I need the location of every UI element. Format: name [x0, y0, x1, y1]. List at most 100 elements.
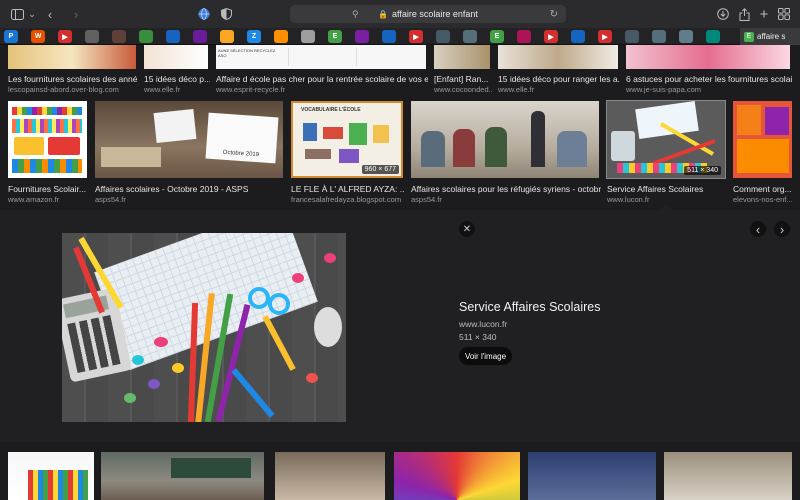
result-caption[interactable]: Service Affaires Scolaires — [607, 184, 727, 194]
tab-favicon[interactable] — [463, 30, 477, 43]
tab-favicon[interactable] — [382, 30, 396, 43]
result-source: asps54.fr — [411, 195, 442, 204]
result-caption[interactable]: LE FLE À L' ALFRED AYZA: ... — [291, 184, 405, 194]
tab-favicon: E — [744, 31, 754, 42]
result-thumbnail[interactable]: 511 × 340 — [606, 100, 726, 179]
result-thumbnail[interactable] — [101, 452, 264, 500]
tab-favicon[interactable] — [274, 30, 288, 43]
tab-favicon[interactable]: ▶ — [598, 30, 612, 43]
tab-favicon[interactable] — [112, 30, 126, 43]
result-thumbnail[interactable] — [8, 101, 87, 178]
result-thumbnail[interactable]: VOCABULAIRE L'ÉCOLE 960 × 677 — [291, 101, 403, 178]
tab-favicon[interactable] — [436, 30, 450, 43]
result-caption[interactable]: Comment org... — [733, 184, 795, 194]
result-thumbnail[interactable] — [411, 101, 599, 178]
result-thumbnail[interactable] — [144, 45, 208, 69]
result-source: asps54.fr — [95, 195, 126, 204]
sidebar-toggle-icon[interactable] — [10, 5, 24, 23]
result-caption[interactable]: [Enfant] Ran... — [434, 74, 492, 84]
result-thumbnail[interactable] — [664, 452, 792, 500]
tab-favicon[interactable]: ▶ — [58, 30, 72, 43]
detail-dimensions: 511 × 340 — [459, 332, 497, 342]
tab-favicon[interactable] — [679, 30, 693, 43]
privacy-shield-icon[interactable] — [219, 5, 233, 23]
result-source: www.lucon.fr — [607, 195, 650, 204]
result-source: www.amazon.fr — [8, 195, 60, 204]
tab-favicon[interactable]: E — [490, 30, 504, 43]
sheet-label: AUNE SÉLECTION RECYCLEZ ASO — [218, 48, 276, 58]
result-source: lescopainsd-abord.over-blog.com — [8, 85, 119, 94]
lock-icon: 🔒 — [378, 9, 389, 19]
address-text: affaire scolaire enfant — [392, 9, 478, 19]
detail-title[interactable]: Service Affaires Scolaires — [459, 300, 601, 314]
tab-favicon[interactable]: ▶ — [409, 30, 423, 43]
tab-favicon[interactable] — [301, 30, 315, 43]
result-thumbnail[interactable]: Octobre 2019 — [95, 101, 283, 178]
previous-icon[interactable]: ‹ — [750, 221, 766, 237]
reload-icon[interactable]: ↻ — [550, 9, 558, 20]
result-caption[interactable]: Affaire d école pas cher pour la rentrée… — [216, 74, 428, 84]
tab-favicon[interactable] — [652, 30, 666, 43]
forward-icon[interactable]: › — [70, 5, 82, 23]
tab-favicon[interactable]: W — [31, 30, 45, 43]
result-caption[interactable]: Affaires scolaires pour les réfugiés syr… — [411, 184, 601, 194]
tab-favicon[interactable] — [166, 30, 180, 43]
result-thumbnail[interactable]: AUNE SÉLECTION RECYCLEZ ASO — [216, 45, 426, 69]
result-source: francesalafredayza.blogspot.com — [291, 195, 402, 204]
result-caption[interactable]: 15 idées déco pour ranger les a... — [498, 74, 620, 84]
tab-favicon[interactable] — [220, 30, 234, 43]
tab-favicon[interactable]: Z — [247, 30, 261, 43]
chevron-down-icon[interactable]: ⌄ — [27, 5, 37, 23]
tab-favicon[interactable]: E — [328, 30, 342, 43]
new-tab-icon[interactable]: + — [758, 5, 770, 23]
back-icon[interactable]: ‹ — [44, 5, 56, 23]
result-source: www.je-suis-papa.com — [626, 85, 702, 94]
tab-favicon[interactable] — [85, 30, 99, 43]
globe-icon[interactable] — [197, 5, 211, 23]
vocab-label: VOCABULAIRE L'ÉCOLE — [301, 107, 361, 113]
tab-favicon[interactable] — [139, 30, 153, 43]
tab-active[interactable]: E affaire s — [740, 28, 800, 45]
sheet-label: Octobre 2019 — [205, 112, 279, 164]
tab-strip: E affaire s P W ▶ Z E ▶ E ▶ ▶ — [0, 28, 800, 45]
tab-favicon[interactable] — [625, 30, 639, 43]
result-caption[interactable]: Les fournitures scolaires des anné... — [8, 74, 138, 84]
address-bar[interactable]: ⚲ 🔒 affaire scolaire enfant ↻ — [290, 5, 566, 23]
result-thumbnail[interactable] — [528, 452, 656, 500]
tab-favicon[interactable] — [355, 30, 369, 43]
share-icon[interactable] — [737, 5, 751, 23]
result-thumbnail[interactable] — [275, 452, 385, 500]
close-icon[interactable]: ✕ — [459, 221, 475, 237]
tab-favicon[interactable]: ▶ — [544, 30, 558, 43]
tab-favicon[interactable] — [193, 30, 207, 43]
tab-favicon[interactable] — [517, 30, 531, 43]
image-dimensions-tag: 511 × 340 — [684, 166, 721, 175]
tab-favicon[interactable]: P — [4, 30, 18, 43]
result-caption[interactable]: 6 astuces pour acheter les fournitures s… — [626, 74, 792, 84]
result-thumbnail[interactable] — [8, 45, 136, 69]
next-icon[interactable]: › — [774, 221, 790, 237]
result-source: www.elle.fr — [498, 85, 535, 94]
result-thumbnail[interactable] — [8, 452, 94, 500]
result-source: www.elle.fr — [144, 85, 181, 94]
result-caption[interactable]: 15 idées déco p... — [144, 74, 210, 84]
tab-active-label: affaire s — [757, 32, 786, 41]
view-image-button[interactable]: Voir l'image — [459, 347, 512, 365]
result-thumbnail[interactable] — [434, 45, 490, 69]
detail-image[interactable] — [62, 233, 346, 422]
result-thumbnail[interactable] — [626, 45, 790, 69]
result-source: www.esprit-recycle.fr — [216, 85, 286, 94]
image-dimensions-tag: 960 × 677 — [361, 165, 399, 174]
result-caption[interactable]: Affaires scolaires - Octobre 2019 - ASPS — [95, 184, 285, 194]
result-thumbnail[interactable] — [394, 452, 520, 500]
result-source: www.cocoonded... — [434, 85, 492, 94]
tab-favicon[interactable] — [706, 30, 720, 43]
tab-favicon[interactable] — [571, 30, 585, 43]
downloads-icon[interactable] — [716, 5, 730, 23]
result-thumbnail[interactable] — [498, 45, 618, 69]
result-caption[interactable]: Fournitures Scolair... — [8, 184, 90, 194]
tab-overview-icon[interactable] — [777, 5, 791, 23]
detail-source[interactable]: www.lucon.fr — [459, 319, 507, 329]
result-thumbnail[interactable] — [733, 101, 792, 178]
result-source: elevons-nos-enf... — [733, 195, 793, 204]
